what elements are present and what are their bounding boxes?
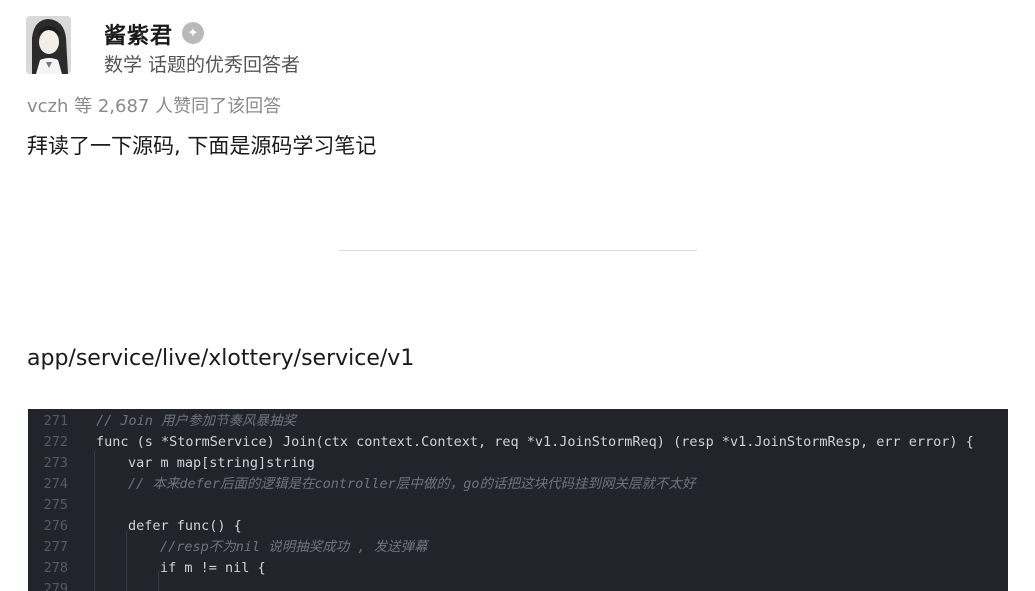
line-number: 276 bbox=[43, 518, 68, 534]
code-line: 271 // Join 用户参加节奏风暴抽奖 bbox=[28, 411, 1008, 431]
badge-icon[interactable]: ✦ bbox=[182, 22, 204, 44]
line-number: 273 bbox=[43, 455, 68, 471]
code-text: var m map[string]string bbox=[128, 455, 315, 471]
line-number: 271 bbox=[43, 413, 68, 429]
code-comment: //resp不为nil 说明抽奖成功 , 发送弹幕 bbox=[160, 539, 428, 555]
code-text: defer func() { bbox=[128, 518, 242, 534]
code-text: func (s *StormService) Join(ctx context.… bbox=[96, 434, 974, 450]
line-number: 277 bbox=[43, 539, 68, 555]
line-number: 275 bbox=[43, 497, 68, 513]
code-screenshot: 271 // Join 用户参加节奏风暴抽奖 272 func (s *StormSe… bbox=[28, 409, 1008, 591]
code-line: 276 defer func() { bbox=[28, 516, 1008, 536]
answer-intro: 拜读了一下源码, 下面是源码学习笔记 bbox=[27, 134, 377, 158]
avatar[interactable] bbox=[26, 16, 71, 74]
divider bbox=[339, 250, 697, 251]
code-comment: // Join 用户参加节奏风暴抽奖 bbox=[96, 413, 297, 429]
author-headline: 数学 话题的优秀回答者 bbox=[104, 54, 301, 76]
line-number: 278 bbox=[43, 560, 68, 576]
code-line: 278 if m != nil { bbox=[28, 558, 1008, 578]
code-line: 274 // 本来defer后面的逻辑是在controller层中做的，go的话把… bbox=[28, 474, 1008, 494]
code-text: if m != nil { bbox=[160, 560, 266, 576]
code-comment: // 本来defer后面的逻辑是在controller层中做的，go的话把这块代… bbox=[128, 476, 696, 492]
line-number: 279 bbox=[43, 581, 68, 591]
code-line: 279 bbox=[28, 579, 1008, 591]
code-line: 277 //resp不为nil 说明抽奖成功 , 发送弹幕 bbox=[28, 537, 1008, 557]
line-number: 272 bbox=[43, 434, 68, 450]
code-line: 275 bbox=[28, 495, 1008, 515]
source-path: app/service/live/xlottery/service/v1 bbox=[27, 346, 415, 371]
code-line: 273 var m map[string]string bbox=[28, 453, 1008, 473]
author-name[interactable]: 酱紫君 bbox=[104, 18, 173, 50]
line-number: 274 bbox=[43, 476, 68, 492]
code-line: 272 func (s *StormService) Join(ctx conte… bbox=[28, 432, 1008, 452]
vote-count[interactable]: vczh 等 2,687 人赞同了该回答 bbox=[27, 92, 281, 118]
